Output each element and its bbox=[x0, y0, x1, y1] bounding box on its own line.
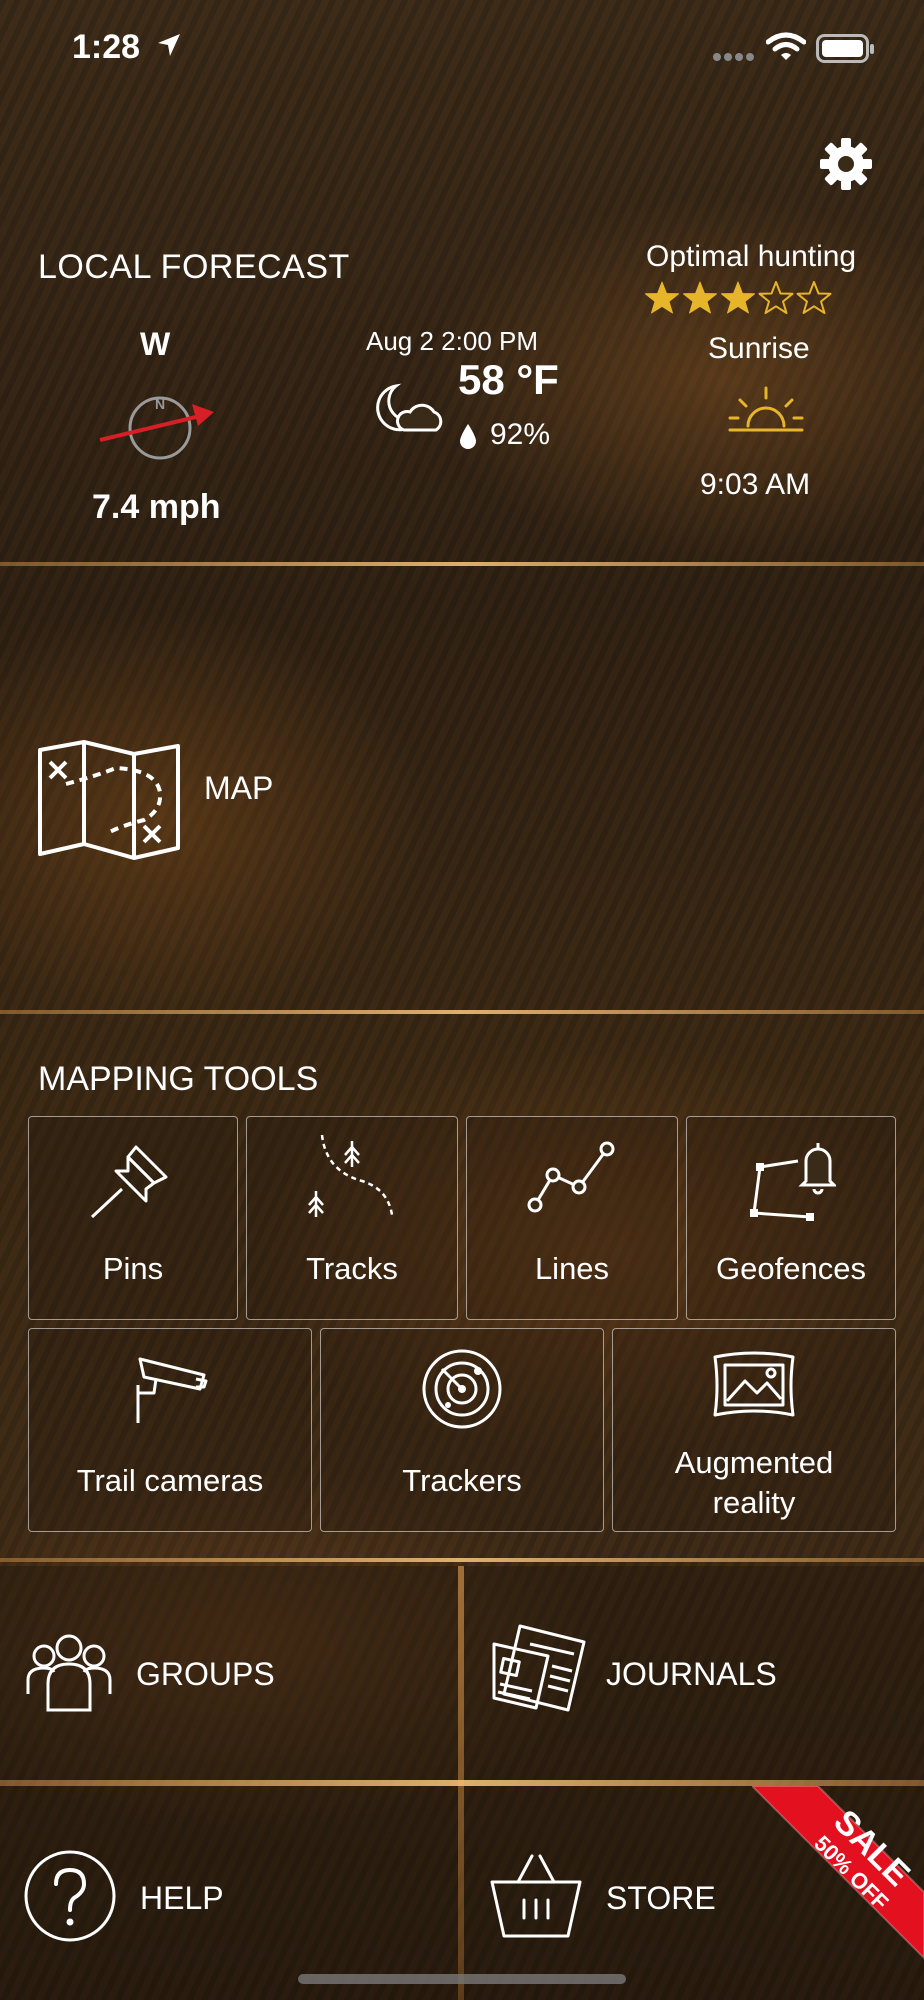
location-arrow-icon bbox=[158, 34, 180, 56]
help-icon bbox=[24, 1850, 116, 1942]
section-divider bbox=[0, 1558, 924, 1562]
groups-panel[interactable]: GROUPS bbox=[0, 1566, 458, 1780]
wifi-icon bbox=[766, 32, 806, 60]
journals-panel[interactable]: JOURNALS bbox=[464, 1566, 924, 1780]
star-filled-icon bbox=[645, 281, 679, 314]
temperature: 58 °F bbox=[458, 356, 559, 403]
augmented-reality-icon bbox=[713, 1351, 795, 1417]
sale-ribbon: SALE 50% OFF bbox=[752, 1786, 924, 1960]
radar-icon bbox=[422, 1349, 502, 1429]
status-time: 1:28 bbox=[72, 28, 141, 66]
map-icon bbox=[38, 740, 180, 860]
forecast-datetime: Aug 2 2:00 PM bbox=[366, 326, 538, 356]
section-divider bbox=[0, 562, 924, 566]
star-empty-icon bbox=[796, 281, 832, 314]
tool-trackers-label: Trackers bbox=[402, 1463, 522, 1498]
tool-pins-label: Pins bbox=[102, 1251, 164, 1286]
hunting-rating-stars bbox=[644, 280, 832, 316]
home-indicator[interactable] bbox=[298, 1974, 626, 1984]
trail-camera-icon bbox=[136, 1357, 208, 1423]
wind-compass-icon: N bbox=[99, 396, 214, 460]
tool-geofences-label: Geofences bbox=[716, 1251, 866, 1286]
star-filled-icon bbox=[721, 281, 755, 314]
journals-icon bbox=[492, 1624, 586, 1712]
tool-tracks[interactable]: Tracks bbox=[246, 1116, 458, 1320]
humidity-drop-icon bbox=[460, 424, 476, 449]
groups-icon bbox=[26, 1634, 112, 1712]
tool-augmented-reality-label-line1: Augmented bbox=[674, 1445, 834, 1480]
tool-lines-label: Lines bbox=[534, 1251, 610, 1286]
tracks-icon bbox=[308, 1134, 394, 1217]
humidity-value: 92% bbox=[490, 418, 551, 451]
forecast-title: LOCAL FORECAST bbox=[38, 248, 350, 286]
help-label: HELP bbox=[140, 1880, 224, 1916]
wind-direction: W bbox=[140, 326, 171, 362]
tool-lines[interactable]: Lines bbox=[466, 1116, 678, 1320]
groups-label: GROUPS bbox=[136, 1656, 275, 1692]
lines-icon bbox=[527, 1141, 615, 1213]
geofence-bell-icon bbox=[750, 1143, 836, 1221]
map-label: MAP bbox=[204, 770, 274, 806]
sun-event-time: 9:03 AM bbox=[700, 468, 811, 501]
battery-icon bbox=[816, 34, 874, 63]
tool-augmented-reality[interactable]: Augmented reality bbox=[612, 1328, 896, 1532]
tool-pins[interactable]: Pins bbox=[28, 1116, 238, 1320]
sun-event-label: Sunrise bbox=[708, 332, 810, 365]
tool-trackers[interactable]: Trackers bbox=[320, 1328, 604, 1532]
star-empty-icon bbox=[758, 281, 794, 314]
tool-geofences[interactable]: Geofences bbox=[686, 1116, 896, 1320]
status-bar: 1:28 bbox=[0, 0, 924, 100]
wind-speed: 7.4 mph bbox=[92, 488, 221, 526]
tool-trail-cameras-label: Trail cameras bbox=[76, 1463, 264, 1498]
settings-gear-icon[interactable] bbox=[818, 136, 874, 192]
section-divider bbox=[0, 1010, 924, 1014]
pin-icon bbox=[90, 1145, 168, 1219]
journals-label: JOURNALS bbox=[606, 1656, 777, 1692]
shopping-basket-icon bbox=[490, 1854, 582, 1938]
cellular-signal-icon bbox=[713, 53, 754, 61]
help-panel[interactable]: HELP bbox=[0, 1786, 458, 2000]
mapping-tools-title: MAPPING TOOLS bbox=[38, 1060, 319, 1098]
tool-augmented-reality-label-line2: reality bbox=[712, 1485, 796, 1520]
moon-cloud-icon bbox=[376, 383, 443, 432]
tool-tracks-label: Tracks bbox=[306, 1251, 398, 1286]
tool-trail-cameras[interactable]: Trail cameras bbox=[28, 1328, 312, 1532]
sale-banner[interactable]: SALE 50% OFF bbox=[752, 1786, 924, 2000]
sunrise-icon bbox=[728, 386, 804, 432]
compass-north-label: N bbox=[155, 396, 165, 412]
hunting-rating-label: Optimal hunting bbox=[646, 240, 857, 273]
star-filled-icon bbox=[683, 281, 717, 314]
store-label: STORE bbox=[606, 1880, 716, 1916]
